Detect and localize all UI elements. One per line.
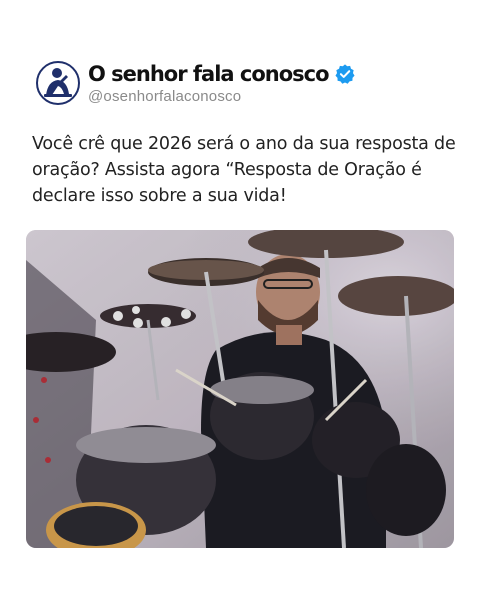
post-text: Você crê que 2026 será o ano da sua resp… (32, 134, 456, 206)
verified-badge-icon (334, 63, 355, 84)
handle[interactable]: @osenhorfalaconosco (88, 88, 356, 105)
post-media[interactable] (26, 230, 454, 548)
display-name[interactable]: O senhor fala conosco (88, 62, 330, 86)
post-header: O senhor fala conosco @osenhorfalaconosc… (36, 58, 356, 108)
praying-man-icon (36, 61, 80, 105)
profile-names: O senhor fala conosco @osenhorfalaconosc… (88, 62, 356, 105)
avatar[interactable] (36, 61, 80, 105)
drum-kit-photo (26, 230, 454, 548)
